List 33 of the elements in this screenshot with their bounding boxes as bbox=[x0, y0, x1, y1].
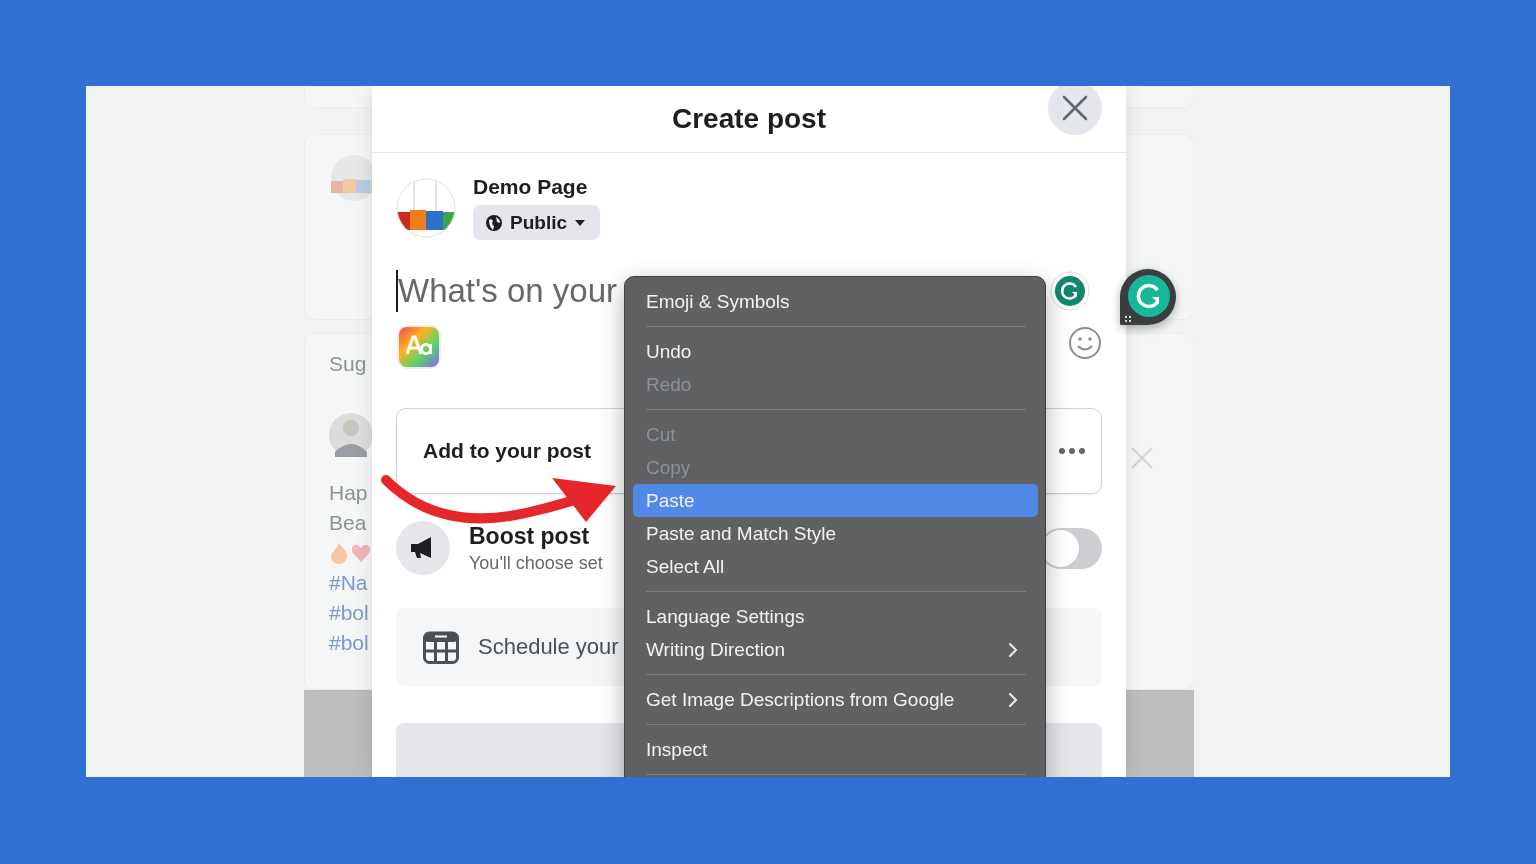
chevron-right-icon bbox=[1008, 641, 1018, 658]
dialog-title: Create post bbox=[671, 103, 826, 135]
menu-item[interactable]: Language Settings bbox=[633, 600, 1038, 633]
chevron-right-icon bbox=[1008, 691, 1018, 708]
section-label: Add to your post bbox=[423, 439, 591, 463]
more-icon[interactable] bbox=[1058, 447, 1086, 455]
audience-dropdown[interactable]: Public bbox=[473, 205, 600, 240]
menu-item[interactable]: Paste and Match Style bbox=[633, 517, 1038, 550]
post-text: Hap bbox=[329, 480, 369, 506]
menu-item[interactable]: Inspect bbox=[633, 733, 1038, 766]
heart-icon bbox=[351, 542, 371, 564]
emoji-icon[interactable] bbox=[1068, 326, 1102, 360]
text-style-icon[interactable] bbox=[396, 324, 442, 370]
megaphone-icon bbox=[396, 521, 450, 575]
menu-item[interactable]: Get Image Descriptions from Google bbox=[633, 683, 1038, 716]
fire-icon bbox=[329, 542, 349, 564]
close-button[interactable] bbox=[1048, 86, 1102, 135]
option-title: Boost post bbox=[469, 522, 590, 550]
page-name: Demo Page bbox=[473, 174, 589, 200]
menu-item[interactable]: Emoji & Symbols bbox=[633, 285, 1038, 318]
caret-icon bbox=[574, 218, 586, 227]
option-description: You'll choose set bbox=[469, 552, 603, 574]
calendar-icon bbox=[423, 630, 459, 664]
section-title: Sug bbox=[329, 352, 368, 377]
menu-item[interactable]: Undo bbox=[633, 335, 1038, 368]
close-icon bbox=[1062, 95, 1088, 121]
post-text: Bea bbox=[329, 510, 368, 536]
menu-item[interactable]: Writing Direction bbox=[633, 633, 1038, 666]
circular-arrow-badge-icon[interactable] bbox=[1119, 268, 1177, 326]
menu-item[interactable]: Select All bbox=[633, 550, 1038, 583]
post-input[interactable]: What's on your bbox=[396, 270, 626, 312]
menu-item[interactable]: Paste bbox=[633, 484, 1038, 517]
globe-icon bbox=[485, 213, 503, 232]
